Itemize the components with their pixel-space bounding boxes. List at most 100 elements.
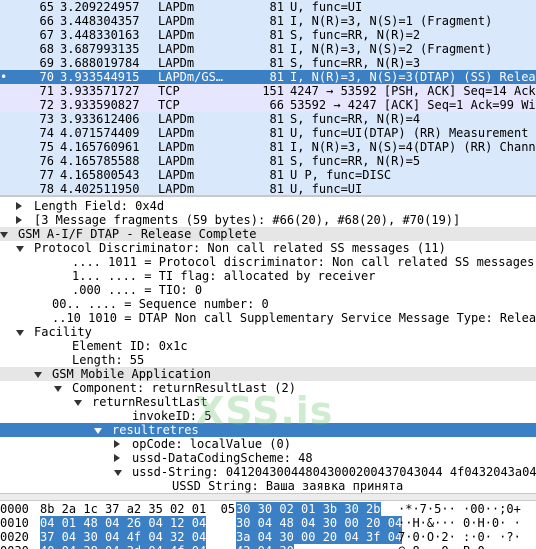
packet-row[interactable]: 78 4.402511950 LAPDm 81 U, func=UI [0, 182, 536, 195]
bytes-hex[interactable]: 8b 2a 1c 37 a2 35 02 01 05 [40, 502, 235, 516]
packet-number: 73 [39, 112, 54, 126]
expand-arrow-icon[interactable] [114, 465, 124, 479]
bytes-hex[interactable]: 40 04 38 04 3d 04 4f 04 [40, 544, 207, 549]
bytes-row: 0010 04 01 48 04 26 04 12 04 30 04 48 04 3… [0, 516, 536, 530]
tree-item-length[interactable]: Length: 55 [0, 353, 536, 367]
collapse-arrow-icon[interactable] [114, 451, 124, 465]
packet-time: 4.165760961 [60, 140, 140, 154]
tree-item-resultretres[interactable]: resultretres [0, 423, 536, 437]
tree-item-message-type[interactable]: ..10 1010 = DTAP Non call Supplementary … [0, 311, 536, 325]
tree-item-label: Length: 55 [72, 353, 145, 367]
tree-item-pd-bits[interactable]: .... 1011 = Protocol discriminator: Non … [0, 255, 536, 269]
triangle-down-icon [114, 470, 122, 476]
bytes-offset: 0030 [0, 544, 29, 549]
packet-length: 81 [269, 0, 284, 14]
tree-item-protocol-discriminator[interactable]: Protocol Discriminator: Non call related… [0, 241, 536, 255]
packet-row[interactable]: 75 4.165760961 LAPDm 81 I, N(R)=3, N(S)=4(DT… [0, 140, 536, 154]
tree-item-element-id[interactable]: Element ID: 0x1c [0, 339, 536, 353]
tree-item-component[interactable]: Component: returnResultLast (2) [0, 381, 536, 395]
collapse-arrow-icon[interactable] [16, 213, 26, 227]
bytes-ascii[interactable]: 7·0·O·2· :·0· ·?· [398, 530, 521, 544]
packet-length: 81 [269, 28, 284, 42]
packet-info: I, N(R)=3, N(S)=3(DTAP) (SS) Release Com… [290, 70, 536, 84]
expand-arrow-icon[interactable] [74, 395, 84, 409]
tree-item-length-field[interactable]: Length Field: 0x4d [0, 199, 536, 213]
tree-item-label: [3 Message fragments (59 bytes): #66(20)… [34, 213, 461, 227]
packet-time: 3.933571727 [60, 84, 140, 98]
tree-item-sequence-number[interactable]: 00.. .... = Sequence number: 0 [0, 297, 536, 311]
packet-list[interactable]: 65 3.209224957 LAPDm 81 U, func=UI 66 3.448304… [0, 0, 536, 195]
tree-item-return-result-last[interactable]: returnResultLast [0, 395, 536, 409]
packet-row[interactable]: 72 3.933590827 TCP 66 53592 → 4247 [ACK] Seq… [0, 98, 536, 112]
tree-item-label: ..10 1010 = DTAP Non call Supplementary … [52, 311, 536, 325]
bytes-hex[interactable]: 3a 04 30 00 20 04 3f 04 [236, 530, 403, 544]
packet-info: 53592 → 4247 [ACK] Seq=1 Ack=99 Win= [290, 98, 536, 112]
tree-item-label: resultretres [112, 423, 199, 437]
bytes-ascii[interactable]: @·8·=·O· B·0 [398, 544, 485, 549]
packet-details-tree[interactable]: Length Field: 0x4d [3 Message fragments (… [0, 197, 536, 493]
packet-time: 4.165800543 [60, 168, 140, 182]
packet-protocol: LAPDm [158, 126, 195, 140]
bytes-hex[interactable]: 30 04 48 04 30 00 20 04 [236, 516, 403, 530]
packet-protocol: TCP [158, 98, 180, 112]
tree-item-invoke-id[interactable]: invokeID: 5 [0, 409, 536, 423]
packet-row[interactable]: 65 3.209224957 LAPDm 81 U, func=UI [0, 0, 536, 14]
tree-item-ussd-dcs[interactable]: ussd-DataCodingScheme: 48 [0, 451, 536, 465]
tree-item-ti-flag[interactable]: 1... .... = TI flag: allocated by receiv… [0, 269, 536, 283]
expand-arrow-icon[interactable] [54, 381, 64, 395]
packet-length: 81 [269, 56, 284, 70]
packet-length: 81 [269, 112, 284, 126]
tree-item-facility[interactable]: Facility [0, 325, 536, 339]
packet-time: 3.933612406 [60, 112, 140, 126]
expand-arrow-icon[interactable] [94, 423, 104, 437]
tree-item-ussd-string[interactable]: ussd-String: 041204300448043000200437043… [0, 465, 536, 479]
triangle-right-icon [16, 216, 22, 224]
collapse-arrow-icon[interactable] [16, 199, 26, 213]
packet-row[interactable]: 67 3.448330163 LAPDm 81 S, func=RR, N(R)=2 [0, 28, 536, 42]
bytes-hex[interactable]: 37 04 30 04 4f 04 32 04 [40, 530, 207, 544]
bytes-hex[interactable]: 30 30 02 01 3b 30 2b [236, 502, 381, 516]
packet-row[interactable]: 69 3.688019784 LAPDm 81 S, func=RR, N(R)=3 [0, 56, 536, 70]
bytes-ascii[interactable]: ··H·&··· 0·H·0· · [398, 516, 521, 530]
tree-item-message-fragments[interactable]: [3 Message fragments (59 bytes): #66(20)… [0, 213, 536, 227]
bytes-hex[interactable]: 04 01 48 04 26 04 12 04 [40, 516, 207, 530]
expand-arrow-icon[interactable] [16, 325, 26, 339]
tree-item-label: Element ID: 0x1c [72, 339, 188, 353]
packet-bytes-pane[interactable]: 0000 8b 2a 1c 37 a2 35 02 01 05 30 30 02 0… [0, 501, 536, 549]
triangle-down-icon [16, 246, 24, 252]
tree-item-label: USSD String: Ваша заявка принята [172, 479, 404, 493]
pane-divider[interactable] [0, 493, 536, 501]
tree-item-ussd-decoded[interactable]: USSD String: Ваша заявка принята [0, 479, 536, 493]
collapse-arrow-icon[interactable] [114, 437, 124, 451]
packet-length: 151 [262, 84, 284, 98]
packet-protocol: LAPDm/GS… [158, 70, 224, 84]
packet-row[interactable]: 74 4.071574409 LAPDm 81 U, func=UI(DTAP) (RR… [0, 126, 536, 140]
packet-row[interactable]: 77 4.165800543 LAPDm 81 U P, func=DISC [0, 168, 536, 182]
bytes-row: 0000 8b 2a 1c 37 a2 35 02 01 05 30 30 02 0… [0, 502, 536, 516]
expand-arrow-icon[interactable] [34, 367, 44, 381]
tree-item-label: .000 .... = TIO: 0 [72, 283, 203, 297]
bytes-offset: 0010 [0, 516, 29, 530]
tree-item-opcode[interactable]: opCode: localValue (0) [0, 437, 536, 451]
tree-item-gsm-map[interactable]: GSM Mobile Application [0, 367, 536, 381]
bytes-hex[interactable]: 42 04 30 [236, 544, 294, 549]
packet-row[interactable]: 76 4.165785588 LAPDm 81 S, func=RR, N(R)=5 [0, 154, 536, 168]
packet-row[interactable]: 71 3.933571727 TCP 151 4247 → 53592 [PSH, AC… [0, 84, 536, 98]
packet-row[interactable]: 66 3.448304357 LAPDm 81 I, N(R)=3, N(S)=1 (F… [0, 14, 536, 28]
packet-row[interactable]: 68 3.687993135 LAPDm 81 I, N(R)=3, N(S)=2 (F… [0, 42, 536, 56]
packet-protocol: LAPDm [158, 0, 195, 14]
bytes-ascii[interactable]: ·*·7·5·· ·00··;0+ [398, 502, 521, 516]
packet-info: 4247 → 53592 [PSH, ACK] Seq=14 Ack=1 [290, 84, 536, 98]
bytes-row: 0020 37 04 30 04 4f 04 32 04 3a 04 30 00 2… [0, 530, 536, 544]
packet-row[interactable]: 73 3.933612406 LAPDm 81 S, func=RR, N(R)=4 [0, 112, 536, 126]
tree-item-gsm-dtap[interactable]: GSM A-I/F DTAP - Release Complete [0, 227, 536, 241]
packet-number: 74 [39, 126, 54, 140]
packet-row[interactable]: • 70 3.933544915 LAPDm/GS… 81 I, N(R)=3, N(S)… [0, 70, 536, 84]
tree-item-tio[interactable]: .000 .... = TIO: 0 [0, 283, 536, 297]
packet-info: I, N(R)=3, N(S)=2 (Fragment) [290, 42, 493, 56]
packet-number: 77 [39, 168, 54, 182]
expand-arrow-icon[interactable] [0, 227, 10, 241]
expand-arrow-icon[interactable] [16, 241, 26, 255]
selected-marker: • [0, 70, 8, 84]
packet-info: S, func=RR, N(R)=5 [290, 154, 421, 168]
